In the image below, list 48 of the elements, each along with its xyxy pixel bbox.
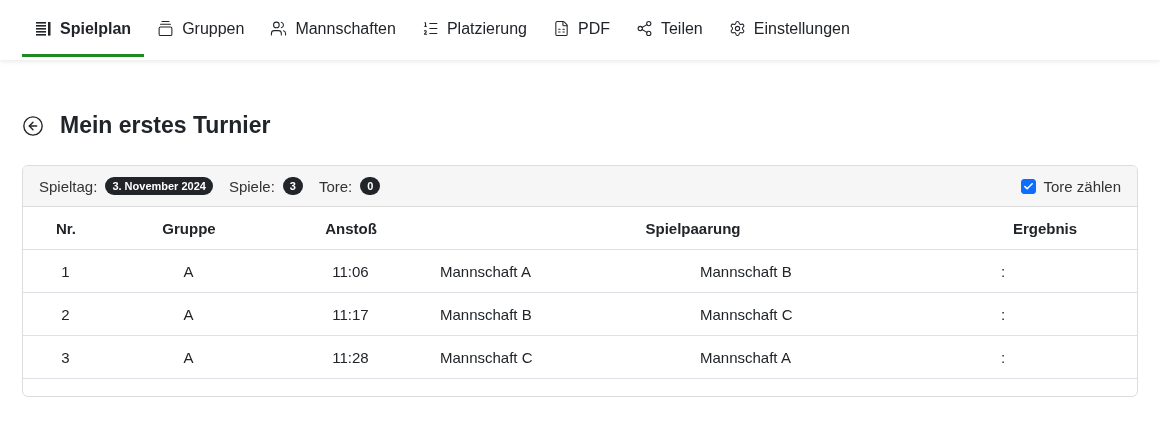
table-cell: 1 xyxy=(23,249,109,293)
matchday-label: Spieltag: xyxy=(39,177,98,195)
table-cell: : xyxy=(953,249,1137,293)
table-cell: A xyxy=(109,335,269,379)
table-cell: Mannschaft A xyxy=(693,335,953,379)
date-badge: 3. November 2024 xyxy=(105,177,213,195)
goals-label: Tore: xyxy=(318,177,353,195)
table-cell: 2 xyxy=(23,292,109,336)
settings-icon xyxy=(728,20,746,37)
nav-tab[interactable]: Platzierung xyxy=(408,0,540,57)
list-icon xyxy=(35,20,52,37)
table-cell: Mannschaft A xyxy=(433,249,693,293)
nav-tab[interactable]: Spielplan xyxy=(22,0,145,57)
column-header: Nr. xyxy=(23,207,109,250)
nav-tab[interactable]: Teilen xyxy=(622,0,716,57)
column-header: Gruppe xyxy=(109,207,269,250)
numbered-list-icon xyxy=(421,20,439,37)
table-cell: A xyxy=(109,292,269,336)
users-icon xyxy=(270,20,288,37)
column-header: Anstoß xyxy=(269,207,433,250)
table-cell: Mannschaft B xyxy=(433,292,693,336)
count-badge: 3 xyxy=(282,177,303,195)
nav-tab[interactable]: Einstellungen xyxy=(715,0,863,57)
back-icon[interactable] xyxy=(22,114,44,137)
table-cell: Mannschaft C xyxy=(433,335,693,379)
table-cell: Mannschaft B xyxy=(693,249,953,293)
column-header: Spielpaarung xyxy=(433,207,953,250)
document-icon xyxy=(552,20,570,37)
table-cell: 11:17 xyxy=(269,292,433,336)
checkbox[interactable] xyxy=(1021,178,1037,194)
nav-tab[interactable]: Gruppen xyxy=(144,0,258,57)
games-label: Spiele: xyxy=(228,177,275,195)
nav-tab[interactable]: PDF xyxy=(539,0,623,57)
table-cell: 11:28 xyxy=(269,335,433,379)
checkbox-label: Tore zählen xyxy=(1043,177,1121,195)
table-cell: : xyxy=(953,292,1137,336)
column-header: Ergebnis xyxy=(953,207,1137,250)
share-icon xyxy=(635,20,653,37)
table-cell: 3 xyxy=(23,335,109,379)
count-badge: 0 xyxy=(360,177,381,195)
table-cell: 11:06 xyxy=(269,249,433,293)
stack-icon xyxy=(157,20,175,37)
page-title: Mein erstes Turnier xyxy=(60,112,271,139)
table-cell: A xyxy=(109,249,269,293)
check-icon xyxy=(1023,180,1035,192)
table-cell: : xyxy=(953,335,1137,379)
nav-tab[interactable]: Mannschaften xyxy=(257,0,409,57)
table-cell: Mannschaft C xyxy=(693,292,953,336)
